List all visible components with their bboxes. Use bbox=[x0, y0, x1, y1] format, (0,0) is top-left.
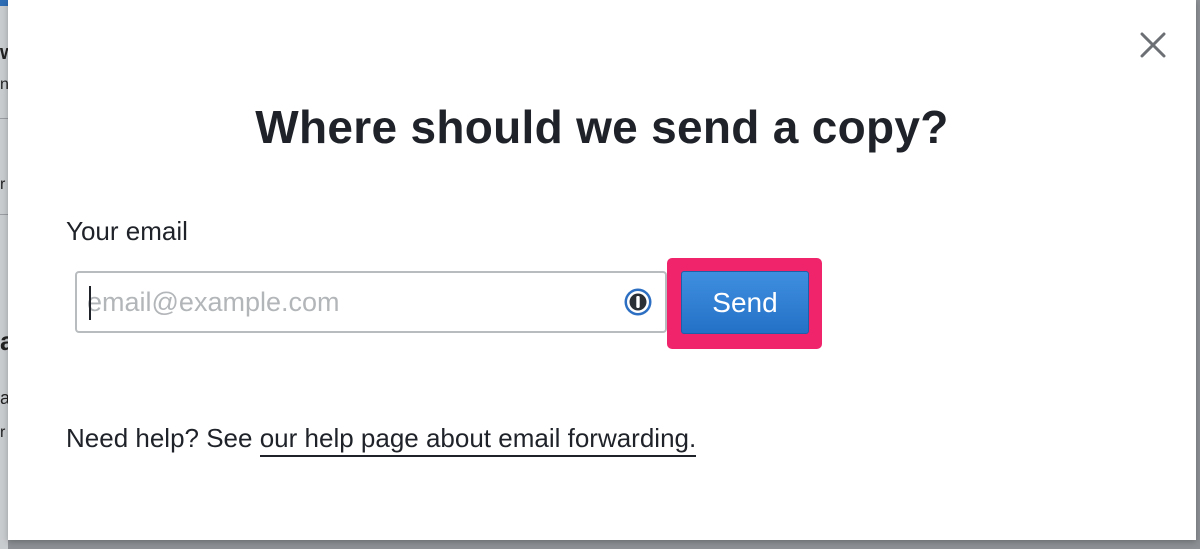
background-tab-accent bbox=[0, 0, 8, 6]
email-input[interactable] bbox=[87, 281, 607, 323]
background-text-fragment: r bbox=[0, 424, 6, 441]
password-manager-icon[interactable] bbox=[623, 287, 653, 317]
text-caret bbox=[89, 286, 91, 320]
background-text-fragment: r bbox=[0, 176, 6, 193]
close-icon bbox=[1140, 32, 1166, 58]
background-divider bbox=[0, 118, 8, 119]
email-field-container[interactable] bbox=[75, 271, 667, 333]
help-prefix: Need help? See bbox=[66, 423, 260, 453]
background-text-fragment: a bbox=[0, 388, 8, 408]
help-text: Need help? See our help page about email… bbox=[66, 423, 697, 457]
send-copy-dialog: Where should we send a copy? Your email … bbox=[8, 0, 1196, 540]
background-text-fragment: n bbox=[0, 76, 8, 93]
close-button[interactable] bbox=[1136, 28, 1170, 62]
send-button[interactable]: Send bbox=[681, 271, 809, 334]
email-label: Your email bbox=[66, 216, 188, 246]
background-page-strip: w n r a a r bbox=[0, 0, 8, 549]
background-divider bbox=[0, 214, 8, 215]
dialog-title: Where should we send a copy? bbox=[255, 101, 949, 153]
background-text-fragment: w bbox=[0, 42, 8, 64]
background-text-fragment: a bbox=[0, 326, 8, 356]
help-link-email-forwarding[interactable]: our help page about email forwarding. bbox=[259, 423, 697, 457]
